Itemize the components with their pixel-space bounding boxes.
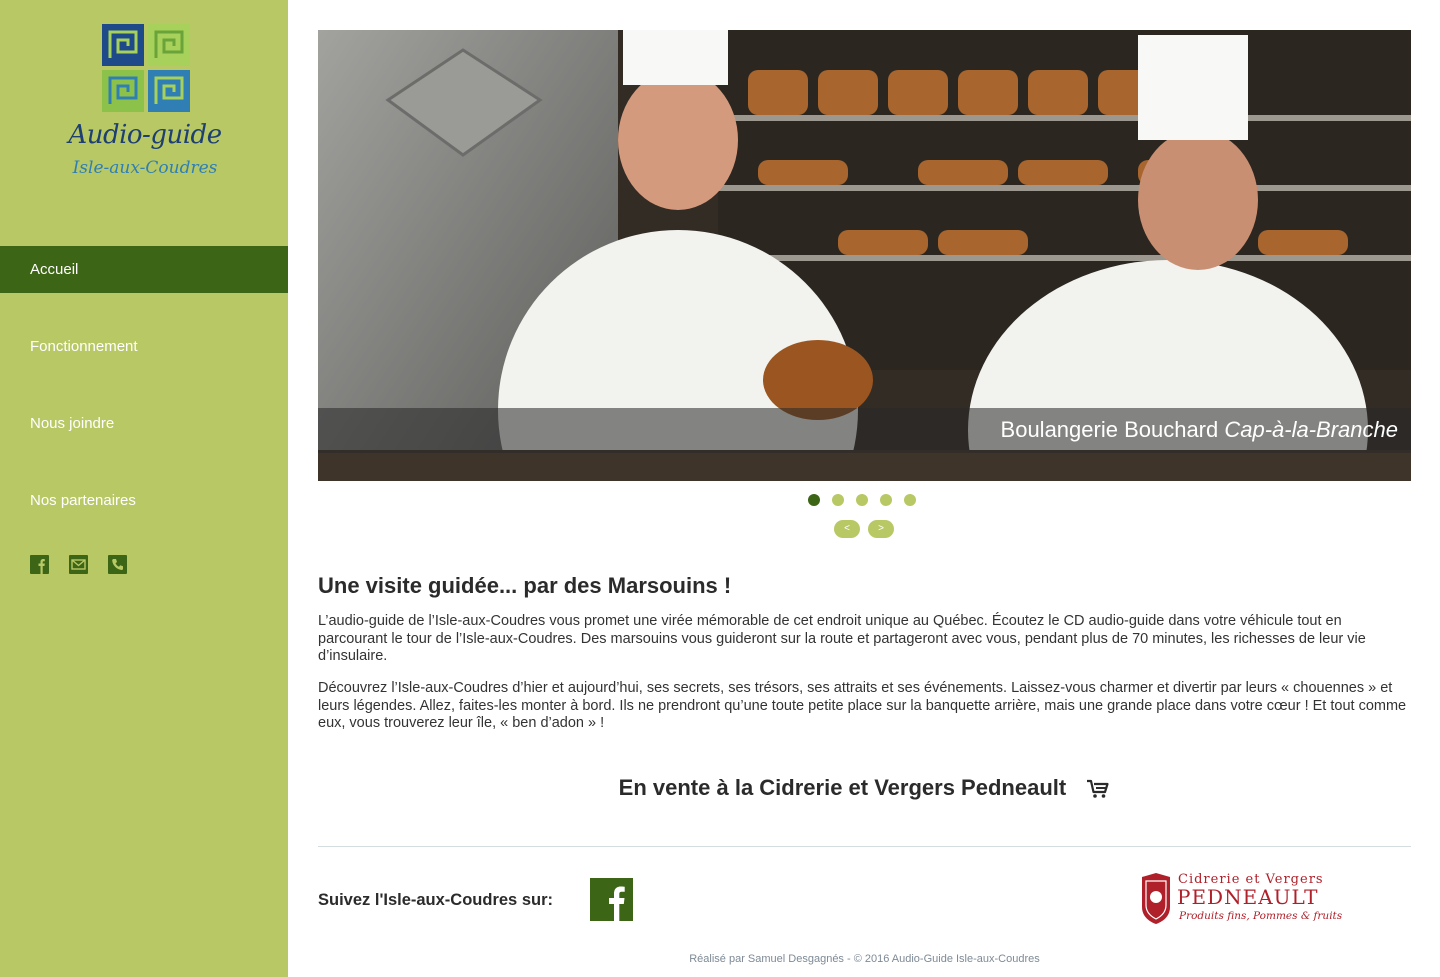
- slider-controls: < >: [834, 520, 894, 538]
- slider-dot-2[interactable]: [832, 494, 844, 506]
- pedneault-logo[interactable]: Cidrerie et Vergers PEDNEAULT Produits f…: [1140, 868, 1342, 928]
- sidebar: Audio-guide Isle-aux-Coudres Accueil Fon…: [0, 0, 288, 977]
- page-heading: Une visite guidée... par des Marsouins !: [318, 573, 732, 598]
- nav-item-nous-joindre[interactable]: Nous joindre: [0, 400, 288, 447]
- main-nav: Accueil Fonctionnement Nous joindre Nos …: [0, 246, 288, 554]
- site-logo[interactable]: Audio-guide Isle-aux-Coudres: [60, 22, 230, 192]
- facebook-icon[interactable]: [30, 555, 49, 574]
- nav-item-nos-partenaires[interactable]: Nos partenaires: [0, 477, 288, 524]
- sale-banner: En vente à la Cidrerie et Vergers Pednea…: [318, 775, 1411, 801]
- slider-prev-button[interactable]: <: [834, 520, 860, 538]
- caption-text-italic: Cap-à-la-Branche: [1224, 417, 1398, 442]
- partner-name: PEDNEAULT: [1177, 885, 1319, 909]
- slider-dot-4[interactable]: [880, 494, 892, 506]
- section-divider: [318, 846, 1411, 847]
- slider-pagination: [808, 494, 916, 506]
- sale-text: En vente à la Cidrerie et Vergers Pednea…: [618, 775, 1067, 800]
- caption-text: Boulangerie Bouchard: [1000, 417, 1225, 442]
- pedneault-crest-icon: [1142, 873, 1170, 924]
- logo-title: Audio-guide: [68, 120, 222, 150]
- nav-item-accueil[interactable]: Accueil: [0, 246, 288, 293]
- nav-item-fonctionnement[interactable]: Fonctionnement: [0, 323, 288, 370]
- phone-icon[interactable]: [108, 555, 127, 574]
- mail-icon[interactable]: [69, 555, 88, 574]
- shopping-cart-icon[interactable]: [1086, 779, 1110, 799]
- discover-paragraph: Découvrez l’Isle-aux-Coudres d’hier et a…: [318, 680, 1407, 731]
- logo-mark-icon: [102, 24, 190, 112]
- footer-credits: Réalisé par Samuel Desgagnés - © 2016 Au…: [689, 953, 1040, 965]
- facebook-icon[interactable]: [590, 878, 633, 921]
- main-content: Boulangerie Bouchard Cap-à-la-Branche < …: [318, 30, 1411, 965]
- slide-caption: Boulangerie Bouchard Cap-à-la-Branche: [318, 408, 1411, 453]
- slider-dot-3[interactable]: [856, 494, 868, 506]
- image-slider[interactable]: Boulangerie Bouchard Cap-à-la-Branche: [318, 30, 1411, 481]
- follow-label: Suivez l'Isle-aux-Coudres sur:: [318, 891, 553, 909]
- partner-tagline: Produits fins, Pommes & fruits: [1179, 910, 1343, 922]
- slider-next-button[interactable]: >: [868, 520, 894, 538]
- slider-dot-5[interactable]: [904, 494, 916, 506]
- logo-subtitle: Isle-aux-Coudres: [72, 158, 218, 178]
- sidebar-social-links: [30, 555, 127, 574]
- intro-paragraph: L’audio-guide de l’Isle-aux-Coudres vous…: [318, 613, 1366, 664]
- slider-dot-1[interactable]: [808, 494, 820, 506]
